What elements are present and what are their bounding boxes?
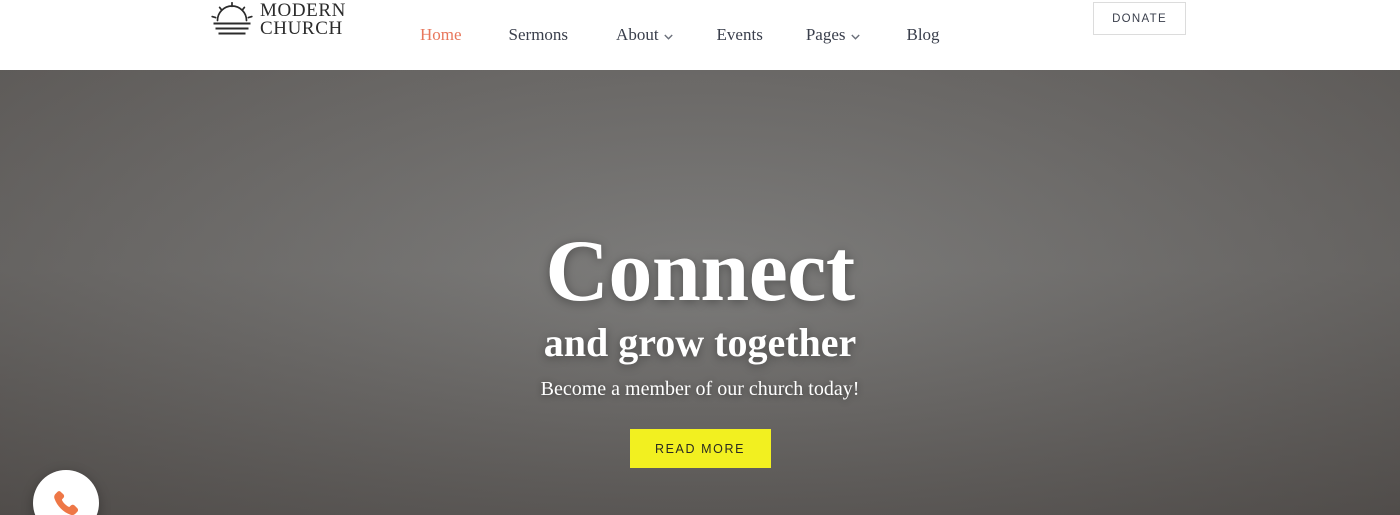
- site-header: MODERN CHURCH Home Sermons About Events …: [0, 0, 1400, 70]
- nav-item-label: Sermons: [508, 25, 569, 44]
- nav-item-label: Home: [420, 25, 462, 44]
- nav-item-events[interactable]: Events: [717, 25, 763, 45]
- nav-item-blog[interactable]: Blog: [907, 25, 940, 45]
- logo-line-2: CHURCH: [260, 18, 343, 39]
- nav-item-label: Blog: [906, 25, 940, 44]
- nav-item-label: About: [616, 25, 659, 44]
- nav-item-about[interactable]: About: [616, 25, 673, 45]
- nav-item-pages[interactable]: Pages: [806, 25, 860, 45]
- header-inner: MODERN CHURCH Home Sermons About Events …: [0, 0, 1400, 70]
- chevron-down-icon: [663, 31, 673, 40]
- donate-button[interactable]: DONATE: [1093, 2, 1186, 35]
- site-logo[interactable]: MODERN CHURCH: [210, 2, 346, 38]
- nav-item-home[interactable]: Home: [420, 25, 462, 45]
- read-more-button[interactable]: READ MORE: [629, 429, 771, 468]
- page-root: MODERN CHURCH Home Sermons About Events …: [0, 0, 1400, 515]
- logo-wordmark: MODERN CHURCH: [260, 2, 346, 39]
- nav-item-sermons[interactable]: Sermons: [509, 25, 569, 45]
- sunrise-arch-icon: [210, 2, 254, 38]
- hero-section: 0#b9c2c4 0.2#c6cdcd 1#d9d4cb 0#ddd8cd 1#…: [0, 70, 1400, 515]
- chevron-down-icon: [850, 31, 860, 40]
- phone-icon: [51, 488, 81, 515]
- nav-item-label: Events: [716, 25, 763, 44]
- main-navigation: Home Sermons About Events Pages Blog: [420, 0, 940, 70]
- nav-item-label: Pages: [805, 25, 846, 44]
